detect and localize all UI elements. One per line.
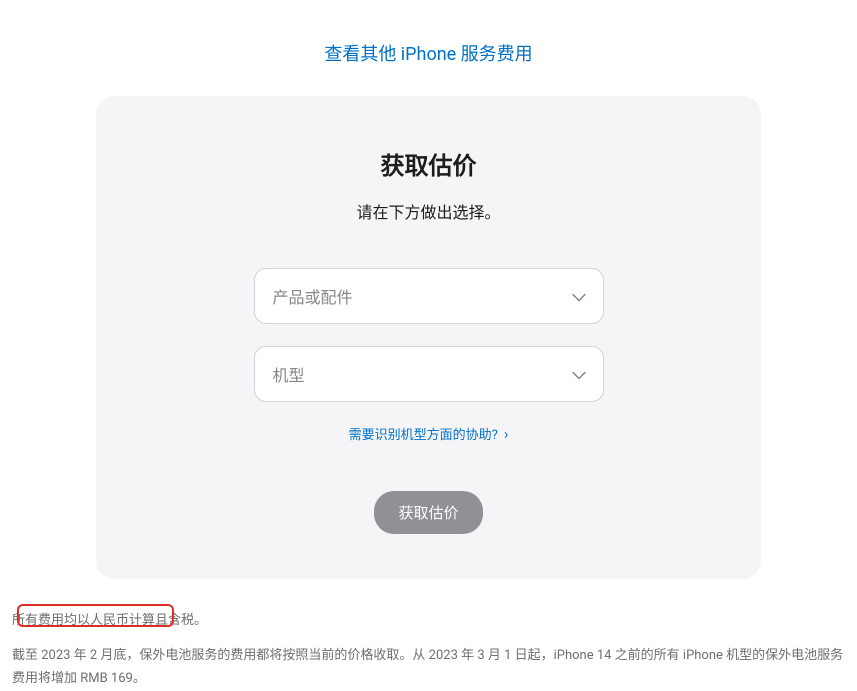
help-identify-model-text[interactable]: 需要识别机型方面的协助? xyxy=(349,428,509,443)
model-select-placeholder: 机型 xyxy=(273,362,305,386)
product-select[interactable]: 产品或配件 xyxy=(254,268,604,324)
product-select-wrapper: 产品或配件 xyxy=(254,268,604,324)
estimate-card: 获取估价 请在下方做出选择。 产品或配件 机型 需要识别机型方面的协助? 获取估… xyxy=(96,96,761,579)
view-other-fees-link[interactable]: 查看其他 iPhone 服务费用 xyxy=(10,0,847,96)
model-select[interactable]: 机型 xyxy=(254,346,604,402)
product-select-placeholder: 产品或配件 xyxy=(273,284,353,308)
footer-price-notice: 截至 2023 年 2 月底，保外电池服务的费用都将按照当前的价格收取。从 20… xyxy=(10,644,847,691)
view-other-fees-link-text[interactable]: 查看其他 iPhone 服务费用 xyxy=(324,44,532,65)
help-identify-model-link[interactable]: 需要识别机型方面的协助? xyxy=(136,424,721,443)
card-title: 获取估价 xyxy=(136,146,721,181)
model-select-wrapper: 机型 xyxy=(254,346,604,402)
card-subtitle: 请在下方做出选择。 xyxy=(136,199,721,223)
get-estimate-button[interactable]: 获取估价 xyxy=(374,491,482,534)
annotation-highlight xyxy=(17,604,174,627)
